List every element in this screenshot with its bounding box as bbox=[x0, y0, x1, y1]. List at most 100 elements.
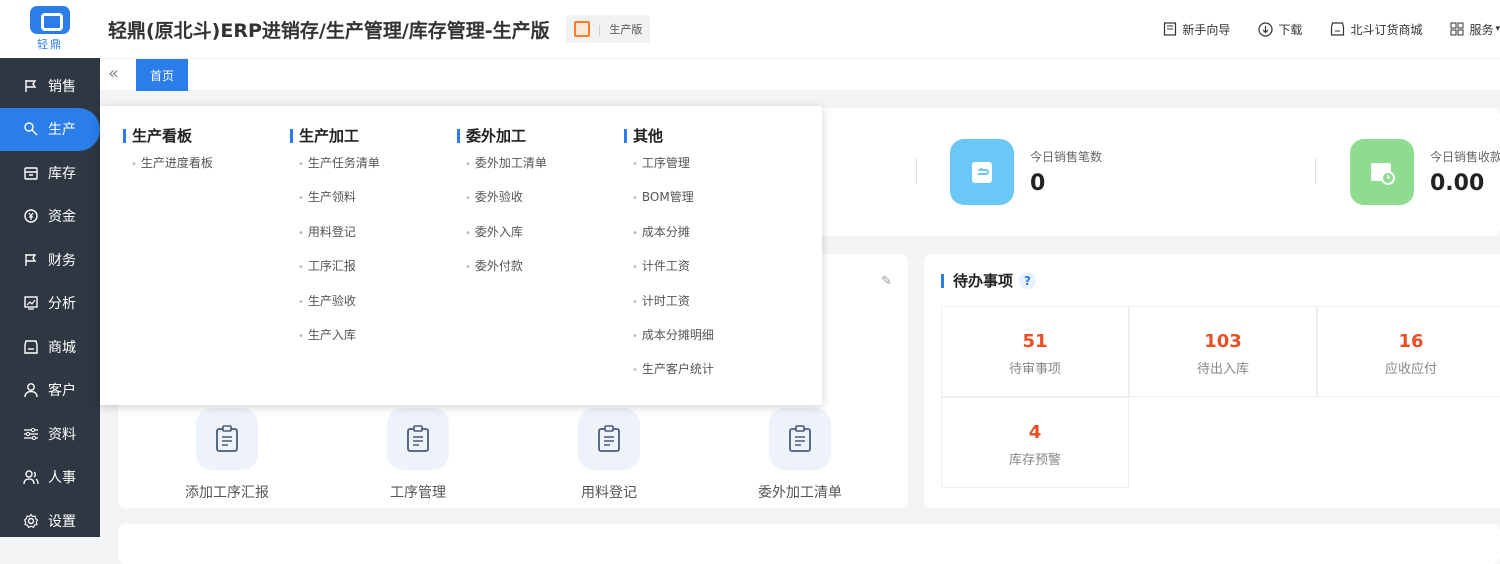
sidebar-item-label: 设置 bbox=[48, 513, 76, 530]
header-links: 新手向导 下载 北斗订货商城 服务 ▾ bbox=[1163, 0, 1500, 58]
tab-bar: « 首页 bbox=[100, 58, 1500, 91]
shortcut-label: 工序管理 bbox=[390, 485, 446, 501]
sidebar-item-customer[interactable]: 客户 bbox=[0, 369, 100, 413]
service-link[interactable]: 服务 ▾ bbox=[1450, 21, 1500, 38]
sidebar-item-label: 客户 bbox=[48, 383, 76, 400]
production-menu: 生产看板 生产进度看板 生产加工 生产任务清单 生产领料 用料登记 工序汇报 生… bbox=[100, 106, 822, 405]
menu-item[interactable]: 生产入库 bbox=[298, 327, 380, 361]
menu-item[interactable]: 委外付款 bbox=[465, 258, 547, 292]
stat-value: 0.00 bbox=[1430, 171, 1485, 196]
shortcut-label: 委外加工清单 bbox=[758, 485, 842, 501]
menu-item[interactable]: 生产客户统计 bbox=[632, 361, 714, 395]
menu-column-title: 生产加工 bbox=[290, 125, 380, 146]
clipboard-icon bbox=[196, 408, 258, 470]
menu-item[interactable]: 委外入库 bbox=[465, 224, 547, 258]
todo-count: 16 bbox=[1398, 331, 1424, 352]
flag-icon bbox=[22, 251, 40, 269]
sidebar-item-data[interactable]: 资料 bbox=[0, 412, 100, 456]
stat-label: 今日销售笔数 bbox=[1030, 150, 1103, 164]
shortcut-label: 添加工序汇报 bbox=[185, 485, 269, 501]
sidebar-item-mall[interactable]: 商城 bbox=[0, 325, 100, 369]
sidebar-item-label: 库存 bbox=[48, 165, 76, 182]
sidebar-item-sales[interactable]: 销售 bbox=[0, 64, 100, 108]
todo-cell[interactable]: 16 应收应付 bbox=[1317, 306, 1500, 397]
shortcut-item[interactable]: 工序管理 bbox=[338, 408, 498, 502]
todo-label: 待出入库 bbox=[1196, 362, 1249, 377]
sidebar-item-production[interactable]: 生产 bbox=[0, 107, 100, 151]
wallet-clock-icon bbox=[1350, 139, 1414, 205]
sidebar-item-settings[interactable]: 设置 bbox=[0, 499, 100, 543]
logo-icon bbox=[30, 6, 70, 34]
shop-icon bbox=[22, 338, 40, 356]
shortcut-label: 用料登记 bbox=[581, 485, 637, 501]
logo[interactable]: 轻鼎 bbox=[0, 0, 100, 58]
menu-item[interactable]: 工序汇报 bbox=[298, 258, 380, 292]
version-badge[interactable]: | 生产版 bbox=[565, 15, 651, 43]
todo-cell[interactable]: 103 待出入库 bbox=[1129, 306, 1317, 397]
sidebar-item-finance[interactable]: 财务 bbox=[0, 238, 100, 282]
menu-item[interactable]: 计时工资 bbox=[632, 293, 714, 327]
todo-title-text: 待办事项 bbox=[953, 272, 1014, 290]
version-label: 生产版 bbox=[609, 23, 643, 36]
sidebar-item-funds[interactable]: 资金 bbox=[0, 195, 100, 239]
download-link[interactable]: 下载 bbox=[1258, 21, 1302, 38]
menu-item[interactable]: 工序管理 bbox=[632, 155, 714, 189]
menu-item[interactable]: 生产任务清单 bbox=[298, 155, 380, 189]
menu-item[interactable]: 计件工资 bbox=[632, 258, 714, 292]
clipboard-icon bbox=[387, 408, 449, 470]
shortcut-item[interactable]: 用料登记 bbox=[529, 408, 689, 502]
sidebar-item-analysis[interactable]: 分析 bbox=[0, 282, 100, 326]
menu-item[interactable]: 成本分摊明细 bbox=[632, 327, 714, 361]
menu-item[interactable]: 生产验收 bbox=[298, 293, 380, 327]
menu-item[interactable]: 成本分摊 bbox=[632, 224, 714, 258]
clipboard-icon bbox=[769, 408, 831, 470]
sidebar-item-label: 人事 bbox=[48, 470, 76, 487]
badge-separator: | bbox=[597, 22, 602, 36]
download-link-label: 下载 bbox=[1278, 22, 1303, 37]
shortcut-item[interactable]: 添加工序汇报 bbox=[147, 408, 307, 502]
mall-link[interactable]: 北斗订货商城 bbox=[1330, 21, 1422, 38]
menu-item[interactable]: 委外验收 bbox=[465, 189, 547, 223]
todo-cell[interactable]: 51 待审事项 bbox=[941, 306, 1129, 397]
shop-icon bbox=[1331, 22, 1345, 36]
menu-item[interactable]: 委外加工清单 bbox=[465, 155, 547, 189]
todo-cell[interactable]: 4 库存预警 bbox=[941, 397, 1129, 488]
menu-item[interactable]: 用料登记 bbox=[298, 224, 380, 258]
menu-column-title: 生产看板 bbox=[123, 125, 213, 146]
chart-badge-icon bbox=[573, 21, 590, 37]
help-icon[interactable]: ? bbox=[1019, 272, 1037, 289]
chart-icon bbox=[22, 294, 40, 312]
sidebar-item-hr[interactable]: 人事 bbox=[0, 456, 100, 500]
service-link-label: 服务 bbox=[1469, 22, 1494, 37]
stat-value: 0 bbox=[1030, 171, 1046, 196]
todo-panel: 待办事项 ? 51 待审事项 103 待出入库 16 应收应付 4 库存预警 bbox=[924, 254, 1500, 508]
sidebar-item-label: 资料 bbox=[48, 426, 76, 443]
divider bbox=[916, 158, 917, 184]
gear-tag-icon bbox=[22, 120, 40, 138]
menu-item[interactable]: 生产领料 bbox=[298, 189, 380, 223]
menu-column-title: 其他 bbox=[624, 125, 714, 146]
shortcut-item[interactable]: 委外加工清单 bbox=[720, 408, 880, 502]
bottom-panel bbox=[118, 524, 1500, 564]
sliders-icon bbox=[22, 425, 40, 443]
menu-item[interactable]: 生产进度看板 bbox=[131, 155, 213, 189]
todo-label: 库存预警 bbox=[1008, 453, 1061, 468]
tab-home[interactable]: 首页 bbox=[136, 59, 188, 91]
edit-icon[interactable]: ✎ bbox=[881, 274, 892, 289]
sidebar: 轻鼎 销售 生产 库存 资金 财务 分析 商城 客户 资料 人事 设置 bbox=[0, 0, 100, 537]
sidebar-item-label: 生产 bbox=[48, 122, 76, 139]
gear-icon bbox=[22, 512, 40, 530]
app-title: 轻鼎(原北斗)ERP进销存/生产管理/库存管理-生产版 bbox=[108, 19, 550, 42]
stat-sales-count[interactable]: 今日销售笔数 0 bbox=[950, 139, 1102, 205]
guide-link-label: 新手向导 bbox=[1182, 22, 1231, 37]
divider bbox=[1315, 158, 1316, 184]
stat-sales-receipts[interactable]: 今日销售收款 0.00 bbox=[1350, 139, 1500, 205]
guide-link[interactable]: 新手向导 bbox=[1163, 21, 1230, 38]
menu-column-processing: 生产加工 生产任务清单 生产领料 用料登记 工序汇报 生产验收 生产入库 bbox=[290, 125, 380, 361]
menu-column-other: 其他 工序管理 BOM管理 成本分摊 计件工资 计时工资 成本分摊明细 生产客户… bbox=[624, 125, 714, 396]
menu-item[interactable]: BOM管理 bbox=[632, 189, 714, 223]
coin-icon bbox=[22, 207, 40, 225]
collapse-sidebar-icon[interactable]: « bbox=[108, 63, 119, 84]
user-icon bbox=[22, 381, 40, 399]
sidebar-item-inventory[interactable]: 库存 bbox=[0, 151, 100, 195]
